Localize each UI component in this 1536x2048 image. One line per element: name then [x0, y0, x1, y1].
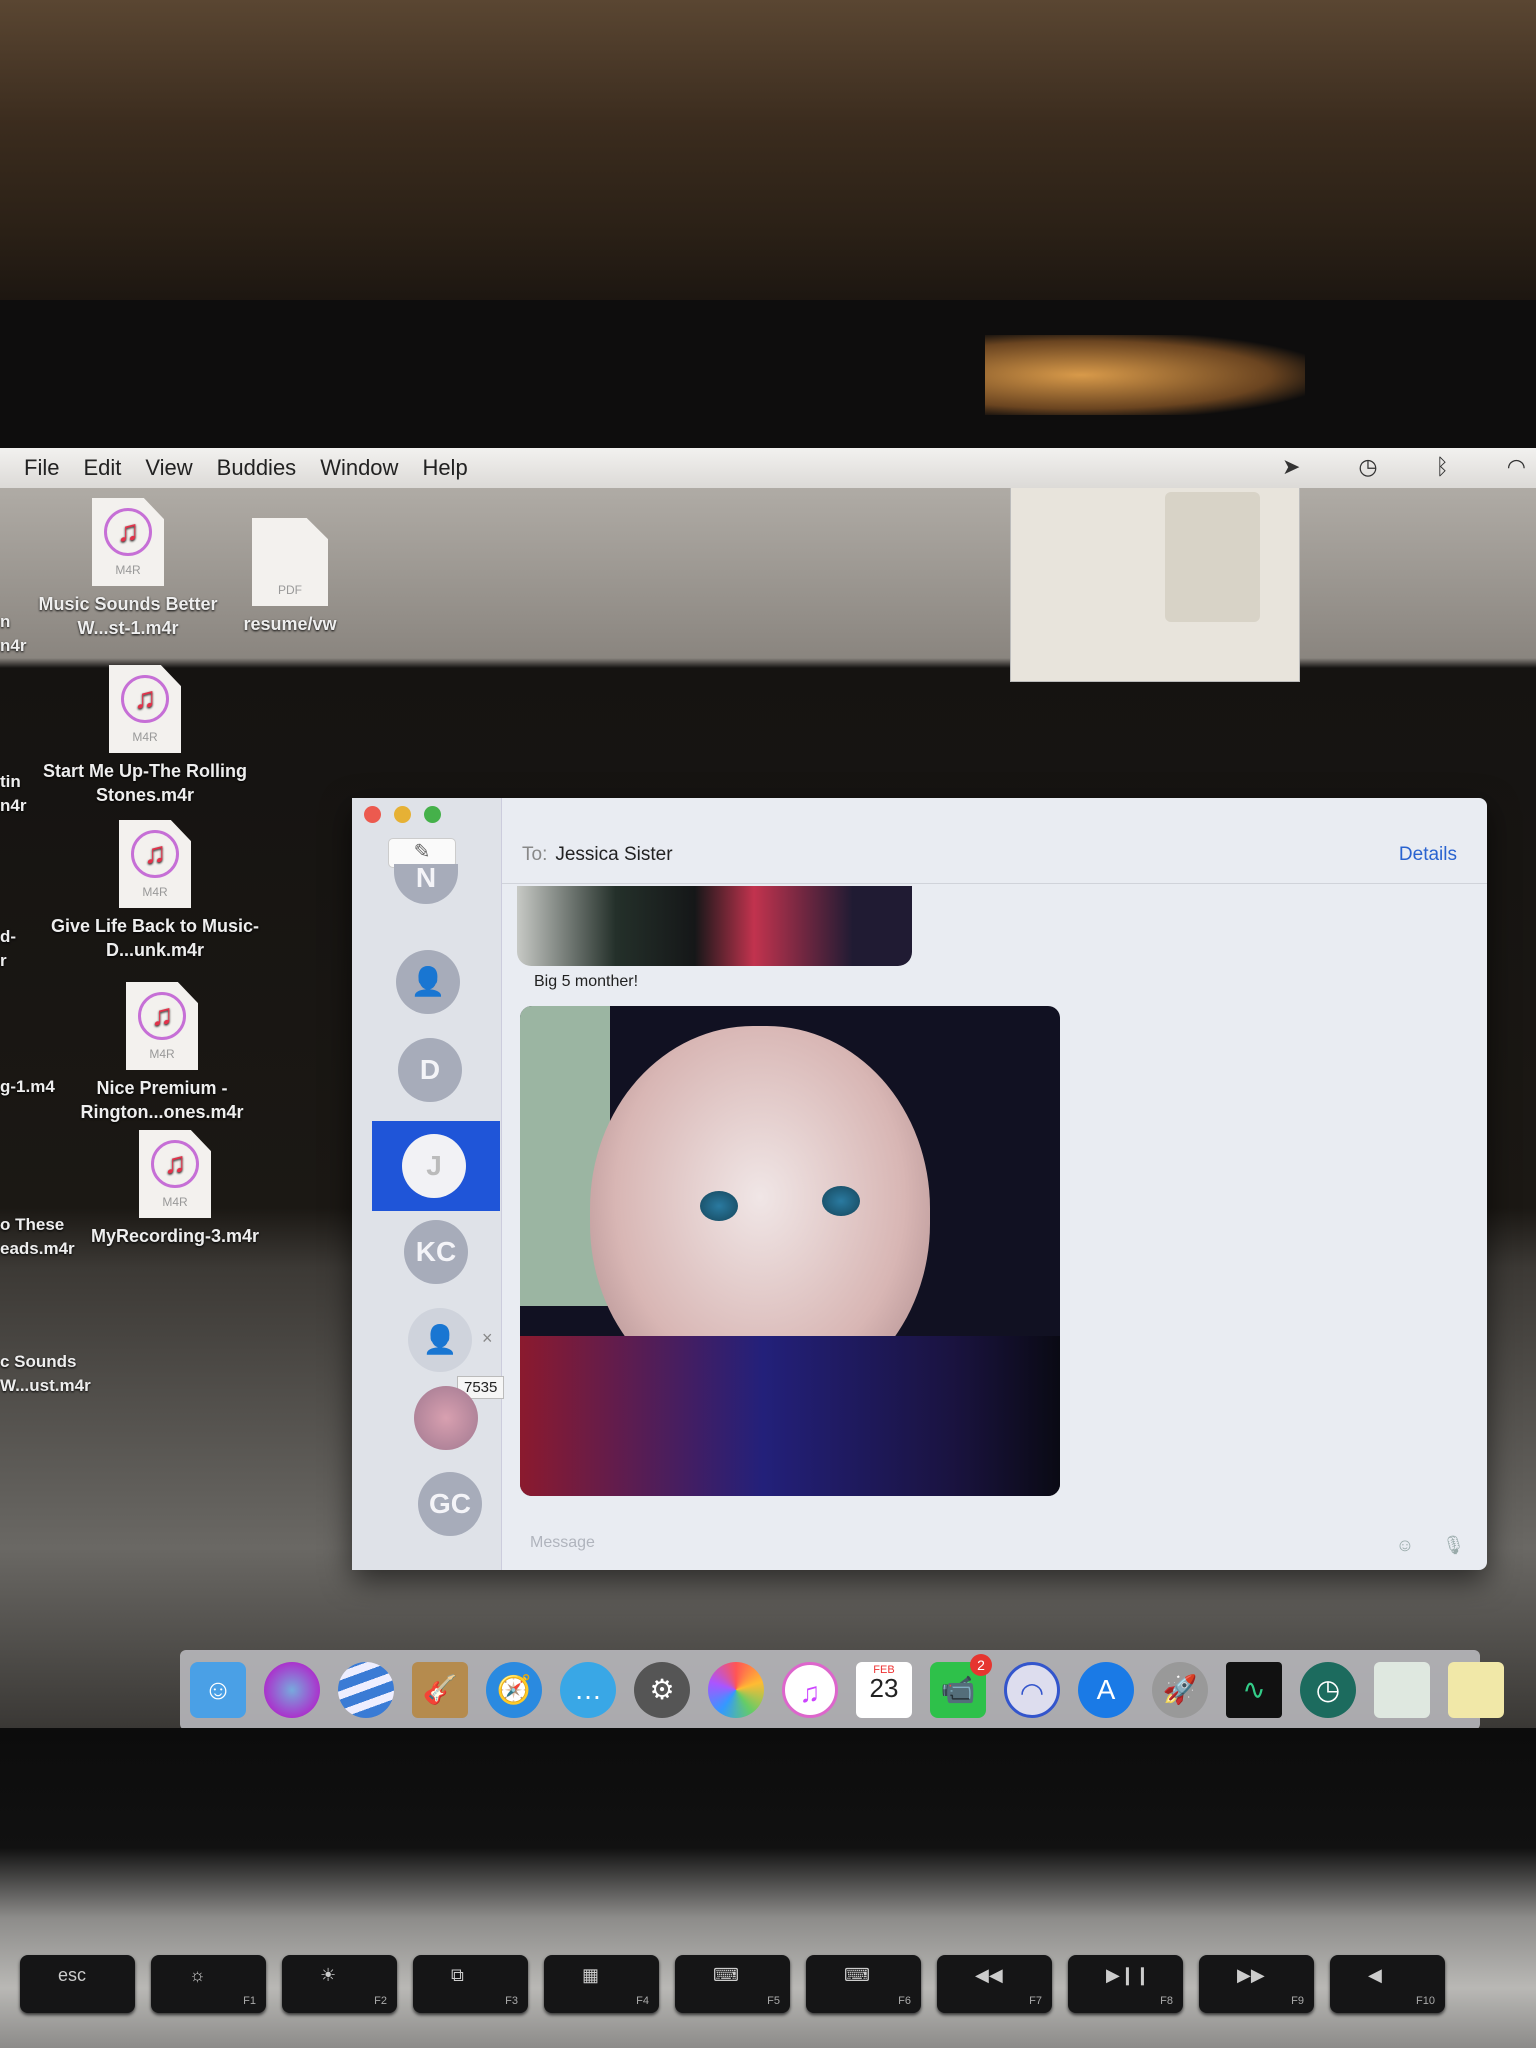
google-earth-icon[interactable] [338, 1662, 394, 1718]
wifi-icon[interactable]: ◠ [1507, 454, 1526, 480]
person-icon[interactable]: 👤 [408, 1308, 472, 1372]
zoom-button[interactable] [424, 806, 441, 823]
key-f1[interactable]: ☼ F1 [151, 1955, 266, 2013]
person-icon[interactable]: 👤 [396, 950, 460, 1014]
app-store-icon[interactable]: A [1078, 1662, 1134, 1718]
airdrop-icon[interactable]: ◠ [1004, 1662, 1060, 1718]
key-f3[interactable]: ⧉ F3 [413, 1955, 528, 2013]
details-button[interactable]: Details [1399, 844, 1457, 866]
remove-conversation-icon[interactable]: × [482, 1328, 493, 1349]
lamp-reflection [985, 335, 1305, 415]
key-f8[interactable]: ▶❙❙ F8 [1068, 1955, 1183, 2013]
activity-monitor-icon[interactable]: ∿ [1226, 1662, 1282, 1718]
partial-file-label[interactable]: tin n4r [0, 770, 26, 818]
emoji-icon[interactable]: ☺ [1396, 1535, 1414, 1556]
key-f6[interactable]: ⌨ F6 [806, 1955, 921, 2013]
key-esc[interactable]: esc [20, 1955, 135, 2013]
facetime-icon[interactable]: 📹 2 [930, 1654, 992, 1718]
preview-icon[interactable] [1374, 1662, 1430, 1718]
time-machine-icon[interactable]: ◷ [1300, 1662, 1356, 1718]
time-machine-icon[interactable]: ◷ [1358, 454, 1377, 480]
conversation-avatar[interactable]: GC [418, 1472, 482, 1536]
siri-icon[interactable] [264, 1662, 320, 1718]
key-f9[interactable]: ▶▶ F9 [1199, 1955, 1314, 2013]
music-note-icon: ♫ [121, 675, 169, 723]
menu-edit[interactable]: Edit [83, 455, 121, 481]
partial-file-label[interactable]: n n4r [0, 610, 26, 658]
garageband-icon[interactable]: 🎸 [412, 1662, 468, 1718]
notification-badge: 2 [970, 1654, 992, 1676]
launchpad-icon[interactable]: 🚀 [1152, 1662, 1208, 1718]
key-f2[interactable]: ☀ F2 [282, 1955, 397, 2013]
music-note-icon: ♫ [104, 508, 152, 556]
menu-buddies[interactable]: Buddies [217, 455, 297, 481]
music-note-icon: ♫ [138, 992, 186, 1040]
dock: ☺ 🎸 🧭 … ⚙ ♫ FEB 23 📹 2 ◠ A 🚀 ∿ ◷ [180, 1650, 1504, 1730]
conversation-avatar[interactable]: J [402, 1134, 466, 1198]
music-note-icon: ♫ [131, 830, 179, 878]
desktop-file[interactable]: ♫ M4R MyRecording-3.m4r [65, 1130, 285, 1248]
notes-icon[interactable] [1448, 1662, 1504, 1718]
microphone-icon[interactable]: 🎙 [1442, 1535, 1465, 1556]
partial-file-label[interactable]: g-1.m4 [0, 1075, 55, 1099]
photo-message[interactable] [520, 1006, 1060, 1496]
desktop-file[interactable]: ♫ M4R Nice Premium - Rington...ones.m4r [52, 982, 272, 1124]
desktop-file[interactable]: PDF resume/vw [180, 518, 400, 636]
menu-window[interactable]: Window [320, 455, 398, 481]
messages-icon[interactable]: … [560, 1662, 616, 1718]
close-button[interactable] [364, 806, 381, 823]
music-note-icon: ♫ [151, 1140, 199, 1188]
conversation-header: To: Jessica Sister Details [502, 798, 1487, 884]
bluetooth-icon[interactable]: ᛒ [1436, 454, 1449, 480]
key-f10[interactable]: ◀ F10 [1330, 1955, 1445, 2013]
message-input[interactable]: Message [530, 1534, 595, 1552]
desktop-file[interactable]: ♫ M4R Start Me Up-The Rolling Stones.m4r [35, 665, 255, 807]
key-f5[interactable]: ⌨ F5 [675, 1955, 790, 2013]
messages-window: ✎ N 👤 D J KC 👤 × 7535 GC To: Jessica Sist… [352, 798, 1487, 1570]
partial-file-label[interactable]: o These eads.m4r [0, 1213, 75, 1261]
itunes-icon[interactable]: ♫ [782, 1662, 838, 1718]
menu-bar: File Edit View Buddies Window Help ➤ ◷ ᛒ… [0, 448, 1536, 488]
conversation-avatar[interactable]: N [394, 864, 458, 904]
finder-icon[interactable]: ☺ [190, 1662, 246, 1718]
keyboard-function-row: esc ☼ F1 ☀ F2 ⧉ F3 ▦ F4 ⌨ F5 ⌨ F6 ◀◀ F7 ▶❙❙ F8 ▶… [20, 1955, 1445, 2013]
partial-file-label[interactable]: d- r [0, 925, 16, 973]
conversation-avatar[interactable]: KC [404, 1220, 468, 1284]
safari-icon[interactable]: 🧭 [486, 1662, 542, 1718]
system-preferences-icon[interactable]: ⚙ [634, 1662, 690, 1718]
wooden-shelf [0, 0, 1536, 310]
photo-avatar[interactable] [414, 1386, 478, 1450]
menu-file[interactable]: File [24, 455, 59, 481]
menu-help[interactable]: Help [422, 455, 467, 481]
partial-file-label[interactable]: c Sounds W...ust.m4r [0, 1350, 91, 1398]
key-f4[interactable]: ▦ F4 [544, 1955, 659, 2013]
key-f7[interactable]: ◀◀ F7 [937, 1955, 1052, 2013]
photos-icon[interactable] [708, 1662, 764, 1718]
menu-view[interactable]: View [145, 455, 192, 481]
calendar-icon[interactable]: FEB 23 [856, 1662, 912, 1718]
photo-message[interactable] [517, 886, 912, 966]
message-text: Big 5 monther! [534, 973, 639, 990]
minimize-button[interactable] [394, 806, 411, 823]
location-arrow-icon[interactable]: ➤ [1282, 454, 1300, 480]
recipient-field[interactable]: To: Jessica Sister [522, 844, 673, 866]
conversation-avatar[interactable]: D [398, 1038, 462, 1102]
conversation-list[interactable]: ✎ N 👤 D J KC 👤 × 7535 GC [352, 798, 505, 1570]
screen-bezel [0, 300, 1536, 450]
desktop-file[interactable]: ♫ M4R Give Life Back to Music-D...unk.m4r [45, 820, 265, 962]
wallpaper-outlet [1165, 492, 1260, 622]
